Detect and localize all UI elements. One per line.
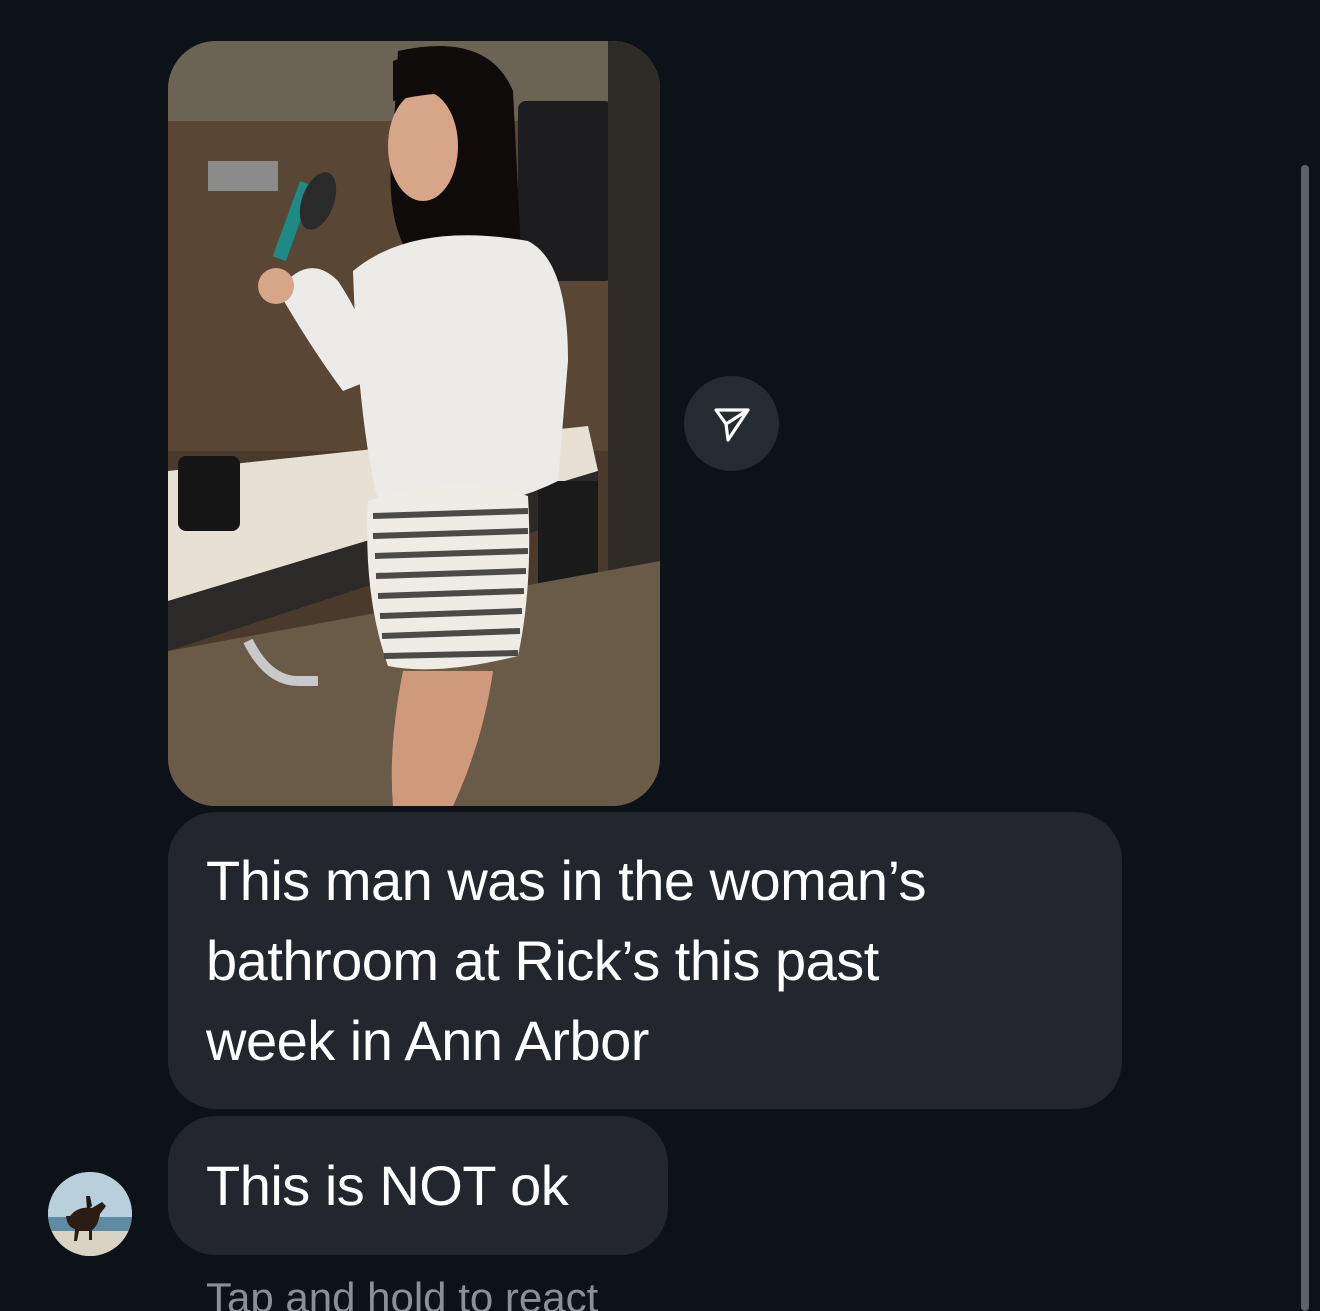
share-button[interactable] bbox=[684, 376, 779, 471]
message-bubble[interactable]: This is NOT ok bbox=[168, 1116, 668, 1255]
message-thread: This man was in the woman’s bathroom at … bbox=[0, 0, 1320, 1311]
message-line: week in Ann Arbor bbox=[206, 1009, 649, 1072]
message-bubble[interactable]: This man was in the woman’s bathroom at … bbox=[168, 812, 1122, 1109]
share-icon bbox=[713, 407, 750, 442]
message-line: This man was in the woman’s bbox=[206, 849, 927, 912]
sender-avatar[interactable] bbox=[48, 1172, 132, 1256]
photo-message[interactable] bbox=[168, 41, 660, 806]
scrollbar[interactable] bbox=[1301, 165, 1309, 1311]
photo-image bbox=[168, 41, 660, 806]
react-hint: Tap and hold to react bbox=[206, 1274, 599, 1311]
avatar-image bbox=[48, 1172, 132, 1256]
message-line: bathroom at Rick’s this past bbox=[206, 929, 879, 992]
message-text: This is NOT ok bbox=[206, 1154, 569, 1217]
